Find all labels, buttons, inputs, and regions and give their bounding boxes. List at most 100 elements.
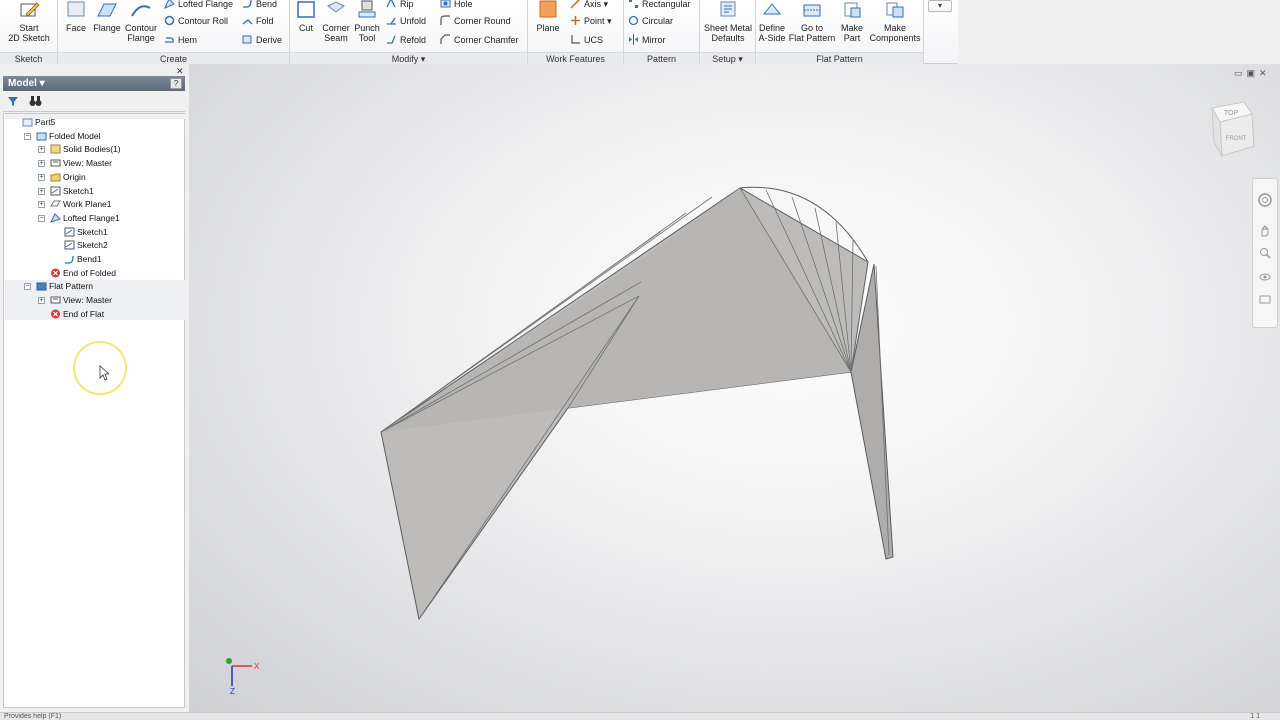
tree-row[interactable]: Folded Model — [36, 130, 101, 143]
tree-row[interactable]: Sketch2 — [64, 239, 108, 252]
tree-row[interactable]: View: Master — [50, 294, 112, 307]
tree-expander[interactable]: + — [38, 297, 45, 305]
make-part-button[interactable]: Make Part — [838, 0, 866, 50]
axis-icon — [570, 0, 581, 9]
make-components-button[interactable]: Make Components — [866, 0, 924, 50]
contour-flange-button[interactable]: Contour Flange — [124, 0, 158, 50]
hem-button[interactable]: Hem — [164, 33, 197, 47]
contour-roll-icon — [164, 15, 175, 26]
circular-pattern-button[interactable]: Circular — [628, 14, 673, 28]
plane-button[interactable]: Plane — [532, 0, 564, 50]
punch-tool-icon — [358, 0, 376, 18]
rip-button[interactable]: Rip — [386, 0, 414, 11]
tree-row[interactable]: View: Master — [50, 157, 112, 170]
tree-expander[interactable]: − — [38, 214, 45, 222]
flat-pattern-icon — [36, 282, 47, 291]
tree-row[interactable]: Work Plane1 — [50, 198, 112, 211]
tree-row[interactable]: End of Folded — [50, 267, 116, 280]
punch-tool-button[interactable]: Punch Tool — [352, 0, 382, 50]
sketch-pencil-icon — [20, 2, 40, 17]
tree-expander[interactable]: − — [24, 283, 31, 291]
contour-roll-button[interactable]: Contour Roll — [164, 14, 228, 28]
define-a-side-icon — [762, 3, 782, 15]
fold-button[interactable]: Fold — [242, 14, 274, 28]
panel-title-create: Create — [58, 52, 289, 64]
go-to-flat-pattern-label: Go to Flat Pattern — [788, 23, 836, 43]
panel-title-sketch: Sketch — [0, 52, 57, 64]
corner-chamfer-label: Corner Chamfer — [454, 35, 519, 45]
panel-title-modify[interactable]: Modify ▾ — [290, 52, 527, 64]
hole-button[interactable]: Hole — [440, 0, 473, 11]
refold-button[interactable]: Refold — [386, 33, 426, 47]
folder-icon — [50, 173, 61, 182]
tree-row[interactable]: Solid Bodies(1) — [50, 143, 121, 156]
folded-model-icon — [36, 132, 47, 141]
filter-icon[interactable] — [7, 96, 19, 107]
work-plane-icon — [50, 200, 61, 207]
tree-expander[interactable]: + — [38, 201, 45, 209]
corner-round-button[interactable]: Corner Round — [440, 14, 511, 28]
corner-seam-icon — [327, 1, 345, 13]
flange-button[interactable]: Flange — [92, 0, 122, 50]
point-label: Point ▾ — [584, 16, 612, 26]
tree-expander[interactable]: − — [24, 132, 31, 140]
start-2d-sketch-button[interactable]: Start 2D Sketch — [4, 0, 54, 50]
mirror-button[interactable]: Mirror — [628, 33, 666, 47]
sheet-metal-defaults-icon — [720, 1, 736, 17]
flat-pattern-icon — [803, 4, 821, 17]
make-part-icon — [844, 2, 861, 18]
face-icon — [67, 1, 85, 17]
status-bar: Provides help (F1) 1 1 — [0, 712, 1280, 720]
plane-label: Plane — [536, 23, 560, 33]
tree-expander[interactable]: + — [38, 173, 45, 181]
make-components-icon — [886, 2, 904, 18]
tree-expander[interactable]: + — [38, 146, 45, 154]
ribbon: Start 2D Sketch Sketch Face Flange Conto… — [0, 0, 958, 64]
corner-seam-button[interactable]: Corner Seam — [320, 0, 352, 50]
derive-button[interactable]: Derive — [242, 33, 282, 47]
ucs-label: UCS — [584, 35, 604, 45]
tree-row[interactable]: Lofted Flange1 — [50, 212, 120, 225]
tree-row[interactable]: Sketch1 — [64, 226, 108, 239]
tree-expander[interactable]: + — [38, 160, 45, 168]
tree-row[interactable]: Flat Pattern — [36, 280, 93, 293]
circular-pattern-label: Circular — [642, 16, 674, 26]
lofted-flange-button[interactable]: Lofted Flange — [164, 0, 233, 11]
ucs-button[interactable]: UCS — [570, 33, 603, 47]
tree-row[interactable]: End of Flat — [50, 308, 104, 321]
refold-label: Refold — [400, 35, 427, 45]
browser-help-button[interactable]: ? — [170, 78, 182, 89]
panel-title-setup[interactable]: Setup ▾ — [700, 52, 755, 64]
lofted-flange-model[interactable] — [189, 64, 1280, 712]
tree-row[interactable]: Bend1 — [64, 253, 102, 266]
cut-button[interactable]: Cut — [292, 0, 320, 50]
sheet-metal-defaults-button[interactable]: Sheet Metal Defaults — [700, 0, 756, 50]
face-label: Face — [65, 23, 86, 33]
tree-row[interactable]: Part5 — [22, 116, 55, 129]
rectangular-pattern-button[interactable]: Rectangular — [628, 0, 691, 11]
sketch-icon — [50, 186, 61, 195]
unfold-button[interactable]: Unfold — [386, 14, 426, 28]
ribbon-empty-area — [958, 0, 1280, 64]
panel-create: Face Flange Contour Flange Lofted Flange… — [58, 0, 290, 64]
fold-icon — [242, 19, 253, 25]
hem-icon — [165, 37, 174, 43]
face-button[interactable]: Face — [62, 0, 90, 50]
define-a-side-button[interactable]: Define A-Side — [756, 0, 788, 50]
make-part-label: Make Part — [840, 23, 863, 43]
bend-button[interactable]: Bend — [242, 0, 277, 11]
point-button[interactable]: Point ▾ — [570, 14, 612, 28]
corner-chamfer-button[interactable]: Corner Chamfer — [440, 33, 519, 47]
model-tree: Part5 Folded Model − Solid Bodies(1) + View: … — [3, 113, 185, 708]
axis-button[interactable]: Axis ▾ — [570, 0, 608, 11]
tree-expander[interactable]: + — [38, 187, 45, 195]
bend-icon — [243, 0, 252, 8]
ribbon-options-dropdown[interactable]: ▾ — [928, 0, 952, 12]
go-to-flat-pattern-button[interactable]: Go to Flat Pattern — [788, 0, 836, 50]
tree-row[interactable]: Origin — [50, 171, 86, 184]
define-a-side-label: Define A-Side — [758, 23, 786, 43]
find-binoculars-icon[interactable] — [29, 95, 42, 107]
browser-title[interactable]: Model ▾ — [3, 76, 185, 91]
status-counts: 1 1 — [1250, 713, 1260, 720]
tree-row[interactable]: Sketch1 — [50, 185, 94, 198]
